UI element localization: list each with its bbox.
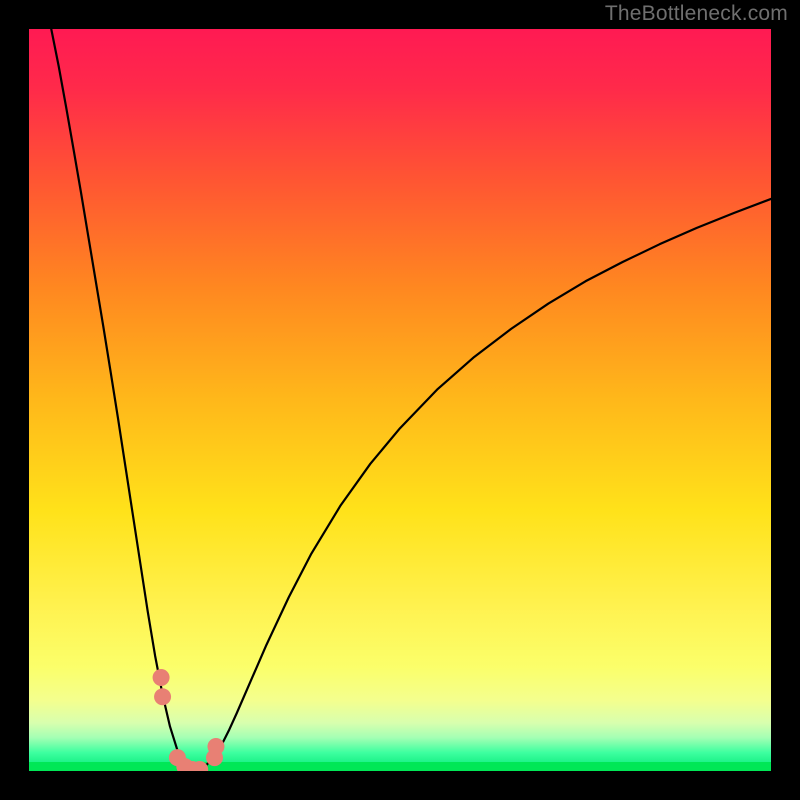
watermark-text: TheBottleneck.com (605, 2, 788, 26)
chart-frame: TheBottleneck.com (0, 0, 800, 800)
chart-plot-area (29, 29, 771, 771)
curve-marker (207, 738, 224, 755)
curve-marker (154, 688, 171, 705)
chart-gradient-bg (29, 29, 771, 771)
curve-marker (153, 669, 170, 686)
chart-svg (29, 29, 771, 771)
chart-green-strip (29, 762, 771, 771)
